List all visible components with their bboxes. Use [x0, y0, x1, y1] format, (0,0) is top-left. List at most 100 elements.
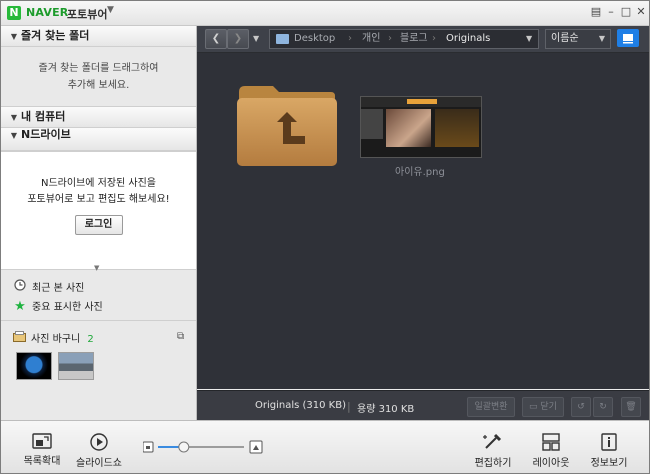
image-thumbnail[interactable]	[360, 96, 482, 158]
edit-button[interactable]: 편집하기	[473, 433, 513, 469]
breadcrumb-separator-icon: ›	[348, 33, 352, 44]
close-folder-label: 닫기	[540, 402, 557, 412]
zoom-knob[interactable]	[178, 441, 190, 453]
ndrive-line2: 포토뷰어로 보고 편집도 해보세요!	[27, 194, 170, 205]
close-folder-button[interactable]: ▭ 닫기	[522, 397, 564, 417]
ndrive-panel: N드라이브에 저장된 사진을 포토뷰어로 보고 편집도 해보세요! 로그인	[1, 151, 196, 270]
history-dropdown-icon[interactable]: ▼	[253, 30, 259, 48]
star-icon: ★	[14, 299, 26, 314]
breadcrumb-originals[interactable]: Originals	[446, 30, 490, 48]
minimize-button[interactable]: –	[604, 5, 618, 19]
folder-icon	[276, 34, 289, 44]
recent-photos-item[interactable]: 최근 본 사진	[13, 279, 84, 295]
favorites-empty-line1: 즐겨 찾는 폴더를 드래그하여	[38, 63, 159, 74]
favorites-empty-line2: 추가해 보세요.	[67, 80, 130, 91]
layout-icon	[542, 433, 560, 451]
ndrive-header[interactable]: ▼ N드라이브	[1, 128, 196, 151]
settings-icon[interactable]: ▤	[589, 5, 603, 19]
photo-basket-header[interactable]: 사진 바구니 2	[13, 330, 94, 345]
view-mode-button[interactable]	[617, 29, 639, 47]
image-filename: 아이유.png	[395, 167, 445, 178]
my-computer-header[interactable]: ▼ 내 컴퓨터	[1, 106, 196, 128]
slideshow-button[interactable]: 슬라이드쇼	[73, 433, 125, 469]
rotate-right-button[interactable]: ↻	[593, 397, 613, 417]
photo-basket-label: 사진 바구니	[31, 334, 81, 345]
sort-dropdown[interactable]: 이름순 ▼	[545, 29, 611, 49]
panel-splitter-caret-icon[interactable]: ▼	[94, 264, 99, 272]
app-brand: NAVER	[26, 6, 69, 19]
expand-triangle-icon: ▼	[10, 113, 18, 122]
batch-convert-button[interactable]: 일괄변환	[467, 397, 515, 417]
forward-button[interactable]: ❯	[227, 29, 249, 49]
thumb-sidebar	[361, 109, 383, 139]
basket-icon	[13, 331, 27, 345]
title-bar: N NAVER 포토뷰어 ▼ ▤ – □ ✕	[1, 1, 649, 26]
chevron-down-icon: ▼	[598, 34, 605, 43]
navigation-bar: ❮ ❯ ▼ Desktop › 개인 › 블로그 › Originals ▼ 이…	[197, 26, 649, 53]
zoom-slider[interactable]	[142, 440, 263, 454]
thumbnail-area[interactable]: 아이유.png	[197, 53, 649, 389]
sort-label: 이름순	[551, 33, 579, 44]
size-info: 용량 310 KB	[357, 404, 415, 415]
thumb-photo	[386, 109, 431, 147]
close-button[interactable]: ✕	[634, 5, 648, 19]
basket-expand-icon[interactable]: ⧉	[177, 331, 184, 342]
maximize-button[interactable]: □	[619, 5, 633, 19]
path-bar[interactable]: Desktop › 개인 › 블로그 › Originals ▼	[269, 29, 539, 49]
ndrive-title: N드라이브	[21, 128, 71, 141]
bottom-toolbar: 목록확대 슬라이드쇼 편집하기 레이아웃 정보보기	[1, 420, 649, 473]
clock-icon	[13, 279, 27, 297]
enlarge-list-button[interactable]: 목록확대	[19, 433, 65, 467]
starred-photos-item[interactable]: ★ 중요 표시한 사진	[13, 299, 103, 315]
photo-basket-count: 2	[87, 334, 94, 345]
naver-logo-icon: N	[7, 6, 21, 20]
layout-button[interactable]: 레이아웃	[529, 433, 573, 469]
app-name: 포토뷰어	[67, 8, 108, 21]
folder-info: Originals (310 KB)	[255, 400, 347, 411]
breadcrumb-desktop[interactable]: Desktop	[294, 30, 335, 48]
parent-folder-item[interactable]	[235, 84, 339, 168]
back-button[interactable]: ❮	[205, 29, 227, 49]
folder-up-icon	[237, 86, 337, 166]
basket-thumbnail[interactable]	[16, 352, 52, 380]
status-divider: |	[347, 400, 351, 413]
thumb-banner	[407, 99, 437, 104]
info-button[interactable]: 정보보기	[587, 433, 631, 469]
status-bar: Originals (310 KB) | 용량 310 KB 일괄변환 ▭ 닫기…	[197, 390, 649, 421]
starred-photos-label: 중요 표시한 사진	[32, 302, 103, 313]
enlarge-list-label: 목록확대	[23, 456, 61, 467]
app-menu-caret-icon[interactable]: ▼	[107, 5, 114, 15]
divider	[1, 320, 196, 321]
layout-label: 레이아웃	[532, 458, 570, 469]
my-computer-title: 내 컴퓨터	[21, 110, 66, 123]
thumb-sidebar-right	[435, 109, 479, 147]
info-label: 정보보기	[590, 458, 628, 469]
expand-triangle-icon: ▼	[10, 131, 18, 140]
favorites-empty-area[interactable]: 즐겨 찾는 폴더를 드래그하여 추가해 보세요.	[1, 46, 196, 106]
rotate-left-button[interactable]: ↺	[571, 397, 591, 417]
breadcrumb-personal[interactable]: 개인	[362, 30, 380, 48]
thumbnail-view-icon	[623, 34, 633, 44]
expand-triangle-icon: ▼	[10, 32, 18, 41]
zoom-out-icon-glyph	[146, 446, 150, 449]
info-icon	[601, 433, 617, 451]
left-panel: ▼ 즐겨 찾는 폴더 즐겨 찾는 폴더를 드래그하여 추가해 보세요. ▼ 내 컴퓨…	[1, 26, 197, 420]
breadcrumb-separator-icon: ›	[432, 33, 436, 44]
edit-label: 편집하기	[474, 458, 512, 469]
brush-icon	[483, 433, 502, 449]
play-icon	[90, 433, 108, 451]
delete-button[interactable]: 🗑	[621, 397, 641, 417]
favorites-header[interactable]: ▼ 즐겨 찾는 폴더	[1, 26, 196, 47]
breadcrumb-separator-icon: ›	[388, 33, 392, 44]
breadcrumb-blog[interactable]: 블로그	[400, 30, 428, 48]
enlarge-list-icon	[32, 433, 52, 449]
login-button[interactable]: 로그인	[74, 215, 123, 235]
photo-viewer-window: N NAVER 포토뷰어 ▼ ▤ – □ ✕ ▼ 즐겨 찾는 폴더 즐겨 찾는 폴…	[0, 0, 650, 474]
slideshow-label: 슬라이드쇼	[76, 458, 122, 469]
recent-photos-label: 최근 본 사진	[32, 283, 85, 294]
close-folder-icon: ▭	[529, 402, 538, 412]
favorites-title: 즐겨 찾는 폴더	[21, 29, 90, 42]
basket-thumbnail[interactable]	[58, 352, 94, 380]
ndrive-line1: N드라이브에 저장된 사진을	[40, 178, 157, 189]
path-dropdown-icon[interactable]: ▼	[526, 30, 532, 48]
